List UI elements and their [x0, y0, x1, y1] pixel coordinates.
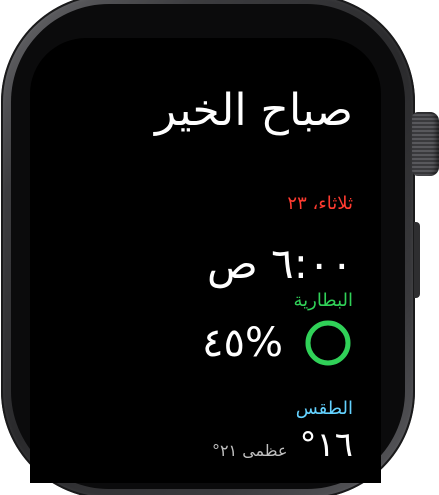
weather-row: ١٦° عظمى ٢١°: [212, 425, 353, 465]
battery-ring-fill: [305, 320, 351, 366]
time-display: ٦:٠٠ ص: [207, 239, 353, 288]
side-button[interactable]: [414, 222, 420, 298]
battery-row: %٤٥: [202, 318, 353, 368]
battery-percentage: %٤٥: [202, 320, 283, 366]
weather-label: الطقس: [295, 398, 353, 419]
digital-crown[interactable]: [412, 112, 439, 176]
date-label: ثلاثاء، ٢٣: [287, 193, 353, 214]
weather-high: عظمى ٢١°: [211, 441, 288, 460]
greeting-title: صباح الخير: [154, 85, 353, 136]
watch-screen[interactable]: صباح الخير ثلاثاء، ٢٣ ٦:٠٠ ص البطارية %٤…: [30, 38, 381, 483]
battery-ring-icon: [305, 320, 351, 366]
battery-label: البطارية: [293, 290, 353, 311]
watch-mockup: صباح الخير ثلاثاء، ٢٣ ٦:٠٠ ص البطارية %٤…: [0, 0, 439, 495]
weather-temperature: ١٦°: [299, 425, 353, 465]
